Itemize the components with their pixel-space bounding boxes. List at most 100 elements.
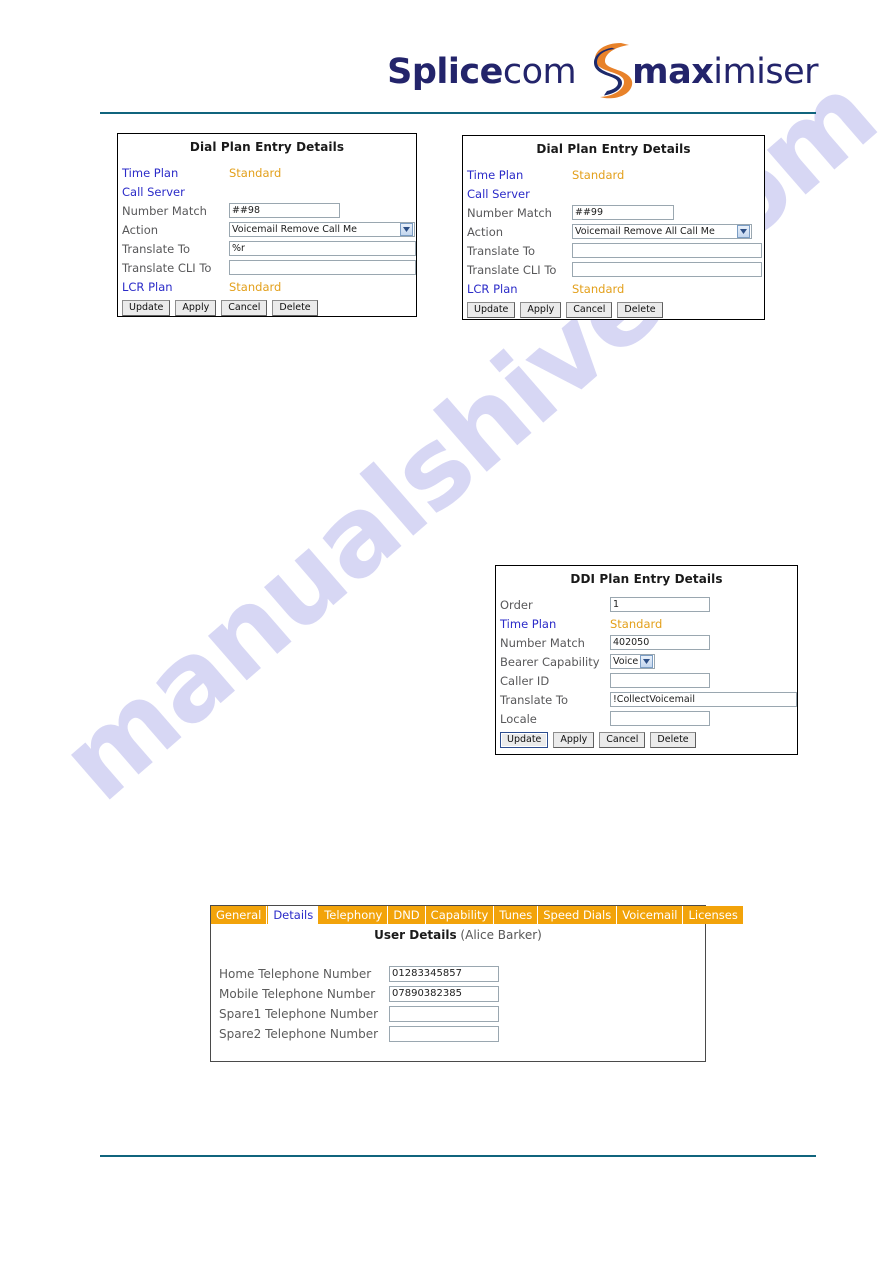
field-row-translate-to: Translate To %r: [118, 239, 416, 258]
field-row-translate-to: Translate To !CollectVoicemail: [496, 690, 797, 709]
value-lcr-plan: Standard: [572, 281, 625, 296]
apply-button[interactable]: Apply: [553, 732, 595, 748]
document-page: Splice com max imiser Dial Plan Entry Deta…: [0, 0, 893, 1263]
field-row-mobile-telephone: Mobile Telephone Number 07890382385: [215, 984, 705, 1004]
field-row-time-plan: Time Plan Standard: [496, 614, 797, 633]
field-row-call-server: Call Server: [118, 182, 416, 201]
translate-to-input[interactable]: !CollectVoicemail: [610, 692, 797, 707]
user-details-heading-title: User Details: [374, 928, 457, 942]
cancel-button[interactable]: Cancel: [599, 732, 646, 748]
update-button[interactable]: Update: [122, 300, 171, 316]
update-button[interactable]: Update: [467, 302, 516, 318]
number-match-input[interactable]: ##99: [572, 205, 674, 220]
dial-plan-entry-panel-1: Dial Plan Entry Details Time Plan Standa…: [117, 133, 417, 317]
panel-title: Dial Plan Entry Details: [536, 142, 691, 156]
action-select[interactable]: Voicemail Remove Call Me: [229, 222, 415, 237]
delete-button[interactable]: Delete: [650, 732, 696, 748]
field-row-time-plan: Time Plan Standard: [118, 163, 416, 182]
field-row-number-match: Number Match ##98: [118, 201, 416, 220]
label-call-server[interactable]: Call Server: [122, 185, 229, 199]
field-row-caller-id: Caller ID: [496, 671, 797, 690]
label-bearer-capability: Bearer Capability: [500, 654, 600, 669]
user-details-field-list: Home Telephone Number 01283345857 Mobile…: [211, 964, 705, 1044]
chevron-down-icon: [400, 223, 413, 236]
label-action: Action: [122, 222, 159, 237]
label-spare2-telephone-number: Spare2 Telephone Number: [219, 1027, 379, 1041]
value-lcr-plan: Standard: [229, 279, 282, 294]
tab-dnd[interactable]: DND: [388, 906, 426, 924]
label-order: Order: [500, 597, 533, 612]
number-match-input[interactable]: ##98: [229, 203, 340, 218]
cancel-button[interactable]: Cancel: [566, 302, 613, 318]
ddi-plan-entry-panel: DDI Plan Entry Details Order 1 Time Plan…: [495, 565, 798, 755]
mobile-telephone-number-input[interactable]: 07890382385: [389, 986, 499, 1002]
locale-input[interactable]: [610, 711, 710, 726]
label-number-match: Number Match: [500, 635, 585, 650]
label-translate-to: Translate To: [500, 692, 568, 707]
tab-tunes[interactable]: Tunes: [494, 906, 539, 924]
tab-voicemail[interactable]: Voicemail: [617, 906, 684, 924]
logo-max-text: max: [632, 51, 714, 92]
label-spare1-telephone-number: Spare1 Telephone Number: [219, 1007, 379, 1021]
panel-title: Dial Plan Entry Details: [189, 140, 345, 154]
user-details-heading-name: (Alice Barker): [460, 928, 542, 942]
label-locale: Locale: [500, 711, 537, 726]
bearer-capability-select-value: Voice: [613, 656, 639, 667]
field-row-number-match: Number Match 402050: [496, 633, 797, 652]
caller-id-input[interactable]: [610, 673, 710, 688]
tab-speed-dials[interactable]: Speed Dials: [538, 906, 618, 924]
splicecom-maximiser-logo: Splice com max imiser: [387, 40, 818, 104]
field-row-translate-to: Translate To: [463, 241, 764, 260]
delete-button[interactable]: Delete: [272, 300, 318, 316]
field-row-spare2-telephone: Spare2 Telephone Number: [215, 1024, 705, 1044]
tab-general[interactable]: General: [211, 906, 268, 924]
action-select-value: Voicemail Remove All Call Me: [575, 226, 715, 237]
label-lcr-plan[interactable]: LCR Plan: [122, 280, 229, 294]
panel-button-row: Update Apply Cancel Delete: [496, 728, 797, 751]
chevron-down-icon: [737, 225, 750, 238]
panel-button-row: Update Apply Cancel Delete: [118, 296, 416, 319]
update-button[interactable]: Update: [500, 732, 549, 748]
home-telephone-number-input[interactable]: 01283345857: [389, 966, 499, 982]
bearer-capability-select[interactable]: Voice: [610, 654, 655, 669]
label-lcr-plan[interactable]: LCR Plan: [467, 282, 572, 296]
field-row-translate-cli-to: Translate CLI To: [118, 258, 416, 277]
label-translate-cli-to: Translate CLI To: [467, 262, 557, 277]
label-action: Action: [467, 224, 504, 239]
label-translate-to: Translate To: [122, 241, 190, 256]
label-number-match: Number Match: [467, 205, 552, 220]
action-select-value: Voicemail Remove Call Me: [232, 224, 358, 235]
spare1-telephone-number-input[interactable]: [389, 1006, 499, 1022]
delete-button[interactable]: Delete: [617, 302, 663, 318]
tab-telephony[interactable]: Telephony: [319, 906, 389, 924]
translate-cli-to-input[interactable]: [572, 262, 762, 277]
logo-imiser-text: imiser: [713, 51, 818, 92]
label-time-plan[interactable]: Time Plan: [467, 168, 572, 182]
translate-cli-to-input[interactable]: [229, 260, 416, 275]
field-row-home-telephone: Home Telephone Number 01283345857: [215, 964, 705, 984]
spare2-telephone-number-input[interactable]: [389, 1026, 499, 1042]
dial-plan-entry-panel-2: Dial Plan Entry Details Time Plan Standa…: [462, 135, 765, 320]
field-row-action: Action Voicemail Remove All Call Me: [463, 222, 764, 241]
label-call-server[interactable]: Call Server: [467, 187, 572, 201]
translate-to-input[interactable]: %r: [229, 241, 416, 256]
cancel-button[interactable]: Cancel: [221, 300, 268, 316]
translate-to-input[interactable]: [572, 243, 762, 258]
number-match-input[interactable]: 402050: [610, 635, 710, 650]
label-number-match: Number Match: [122, 203, 207, 218]
label-home-telephone-number: Home Telephone Number: [219, 967, 372, 981]
tab-details[interactable]: Details: [267, 906, 320, 924]
order-input[interactable]: 1: [610, 597, 710, 612]
field-row-call-server: Call Server: [463, 184, 764, 203]
tab-capability[interactable]: Capability: [425, 906, 495, 924]
value-time-plan: Standard: [572, 167, 625, 182]
label-mobile-telephone-number: Mobile Telephone Number: [219, 987, 376, 1001]
panel-button-row: Update Apply Cancel Delete: [463, 298, 764, 321]
apply-button[interactable]: Apply: [520, 302, 562, 318]
tab-licenses[interactable]: Licenses: [683, 906, 743, 924]
logo-splice-text: Splice: [387, 51, 503, 92]
label-time-plan[interactable]: Time Plan: [122, 166, 229, 180]
label-time-plan[interactable]: Time Plan: [500, 617, 610, 631]
action-select[interactable]: Voicemail Remove All Call Me: [572, 224, 752, 239]
apply-button[interactable]: Apply: [175, 300, 217, 316]
